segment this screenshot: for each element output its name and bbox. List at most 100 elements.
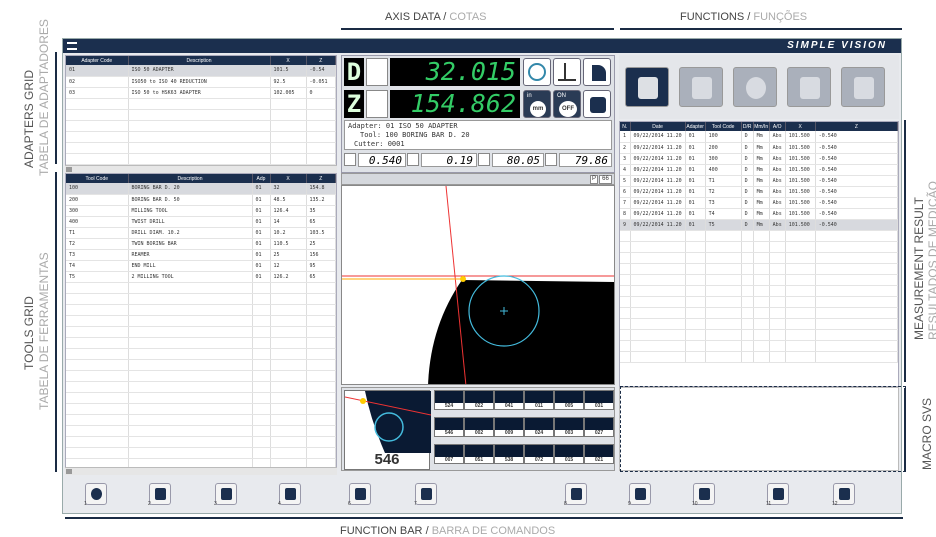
tool-row[interactable]: 200 BORING BAR D. 50 01 48.5 135.2 xyxy=(66,194,336,206)
adapters-col-z[interactable]: Z xyxy=(306,56,336,65)
macro-tile[interactable]: 005 xyxy=(554,390,584,410)
corner-button[interactable] xyxy=(583,58,611,86)
results-col-header[interactable]: Adapter xyxy=(685,122,706,131)
macro-tile[interactable]: 546 xyxy=(434,417,464,437)
corner-small-icon[interactable] xyxy=(344,153,356,166)
settings-button[interactable]: 12 xyxy=(832,483,855,507)
adapter-row[interactable]: 01 ISO 50 ADAPTER 101.5 -0.54 xyxy=(66,65,336,77)
tool-row[interactable]: T3 REAMER 01 25 156 xyxy=(66,249,336,261)
p-button[interactable]: P xyxy=(590,175,598,184)
macro-tile[interactable]: 027 xyxy=(584,417,614,437)
result-row[interactable]: 8 09/22/2014 11.20 01 T4 D Mm Abs 101.500 -0.540 xyxy=(620,208,898,220)
macro-tile[interactable]: 022 xyxy=(464,390,494,410)
result-row[interactable]: 4 09/22/2014 11.20 01 400 D Mm Abs 101.500 -0.54… xyxy=(620,164,898,176)
print-button[interactable]: 2 xyxy=(148,483,171,507)
camera-view[interactable] xyxy=(341,185,615,385)
zoom-value[interactable]: 66 xyxy=(599,175,612,184)
tool-row[interactable]: 400 TWIST DRILL 01 14 65 xyxy=(66,216,336,228)
db-settings-button[interactable]: 9 xyxy=(628,483,651,507)
measurement-result-grid[interactable]: N. Date Adapter Tool Code D/R Mm/In A/O X Z 1 09/… xyxy=(619,121,899,387)
db-save-button[interactable]: 8 xyxy=(564,483,587,507)
macro-tile[interactable]: 072 xyxy=(524,444,554,464)
macro-tile[interactable]: 021 xyxy=(584,444,614,464)
tool-row[interactable]: T4 END MILL 01 12 95 xyxy=(66,260,336,272)
on-off-toggle-button[interactable]: ON OFF xyxy=(553,90,581,118)
results-col-header[interactable]: A/O xyxy=(769,122,786,131)
adapters-col-description[interactable]: Description xyxy=(128,56,271,65)
tool-row[interactable]: 100 BORING BAR D. 20 01 32 154.8 xyxy=(66,183,336,195)
macro-tile[interactable]: 011 xyxy=(524,390,554,410)
report-button[interactable]: 10 xyxy=(692,483,715,507)
results-col-header[interactable]: X xyxy=(785,122,816,131)
machine-function-button[interactable] xyxy=(679,67,723,107)
macro-tile[interactable]: 015 xyxy=(554,444,584,464)
macro-tile[interactable]: 007 xyxy=(434,444,464,464)
caliper-function-button[interactable] xyxy=(625,67,669,107)
tools-grid[interactable]: Tool Code Description Adp X Z 100 BORING … xyxy=(65,173,337,475)
empty-cell xyxy=(630,252,686,264)
focus-button[interactable] xyxy=(583,90,611,118)
fullscreen-button[interactable]: 11 xyxy=(766,483,789,507)
result-row[interactable]: 9 09/22/2014 11.20 01 T5 D Mm Abs 101.500 -0.540 xyxy=(620,219,898,231)
tools-col-x[interactable]: X xyxy=(270,174,307,183)
result-row[interactable]: 6 09/22/2014 11.20 01 T2 D Mm Abs 101.500 -0.540 xyxy=(620,186,898,198)
corner-small-icon[interactable] xyxy=(478,153,490,166)
perpendicular-button[interactable] xyxy=(553,58,581,86)
tool-row[interactable]: T1 DRILL DIAM. 10.2 01 10.2 103.5 xyxy=(66,227,336,239)
macro-tile[interactable]: 031 xyxy=(584,390,614,410)
adapter-row[interactable]: 02 ISO50 to ISO 40 REDUCTION 92.5 -0.051 xyxy=(66,76,336,88)
scroll-left-icon[interactable] xyxy=(66,167,72,172)
tools-scrollbar[interactable] xyxy=(65,467,337,475)
corner-small-icon[interactable] xyxy=(545,153,557,166)
tools-col-description[interactable]: Description xyxy=(128,174,253,183)
tools-col-z[interactable]: Z xyxy=(306,174,336,183)
results-col-header[interactable]: Z xyxy=(815,122,898,131)
result-row[interactable]: 5 09/22/2014 11.20 01 T1 D Mm Abs 101.500 -0.540 xyxy=(620,175,898,187)
macro-tile[interactable]: 003 xyxy=(554,417,584,437)
results-col-header[interactable]: D/R xyxy=(741,122,754,131)
macro-tile[interactable]: 041 xyxy=(494,390,524,410)
circle-measure-button[interactable] xyxy=(523,58,551,86)
results-col-header[interactable]: Tool Code xyxy=(705,122,742,131)
macro-tile[interactable]: 051 xyxy=(464,444,494,464)
result-row[interactable]: 2 09/22/2014 11.20 01 200 D Mm Abs 101.500 -0.54… xyxy=(620,142,898,154)
results-col-header[interactable]: Mm/In xyxy=(753,122,770,131)
light-button[interactable]: 7 xyxy=(414,483,437,507)
result-row[interactable]: 3 09/22/2014 11.20 01 300 D Mm Abs 101.500 -0.54… xyxy=(620,153,898,165)
gauge-function-button[interactable] xyxy=(733,67,777,107)
adapters-col-code[interactable]: Adapter Code xyxy=(66,56,129,65)
clear-icon xyxy=(854,77,874,99)
result-row[interactable]: 7 09/22/2014 11.20 01 T3 D Mm Abs 101.500 -0.540 xyxy=(620,197,898,209)
result-row[interactable]: 1 09/22/2014 11.20 01 100 D Mm Abs 101.500 -0.54… xyxy=(620,131,898,143)
results-col-header[interactable]: N. xyxy=(620,122,631,131)
corner-small-icon[interactable] xyxy=(407,153,419,166)
scroll-left-icon[interactable] xyxy=(66,469,72,474)
macro-main-tile[interactable]: 546 xyxy=(344,390,432,470)
empty-row xyxy=(620,252,898,264)
macro-tile[interactable]: 002 xyxy=(464,417,494,437)
macro-tile[interactable]: 524 xyxy=(434,390,464,410)
tools-col-code[interactable]: Tool Code xyxy=(66,174,129,183)
macro-tile[interactable]: 538 xyxy=(494,444,524,464)
adapters-grid[interactable]: Adapter Code Description X Z 01 ISO 50 AD… xyxy=(65,55,337,173)
tools-col-adp[interactable]: Adp xyxy=(252,174,271,183)
help-button[interactable]: 1 xyxy=(84,483,107,507)
app-menu-icon[interactable] xyxy=(67,42,77,50)
macro-tile[interactable]: 009 xyxy=(494,417,524,437)
camera-button[interactable]: 4 xyxy=(278,483,301,507)
empty-cell xyxy=(630,307,686,319)
mm-toggle-button[interactable]: in mm xyxy=(523,90,551,118)
macro-tile-image xyxy=(495,418,523,430)
macro-tile[interactable]: 024 xyxy=(524,417,554,437)
tool-row[interactable]: T5 2 MILLING TOOL 01 126.2 65 xyxy=(66,271,336,283)
open-button[interactable]: 3 xyxy=(214,483,237,507)
adapters-col-x[interactable]: X xyxy=(270,56,307,65)
results-col-header[interactable]: Date xyxy=(630,122,686,131)
tool-row[interactable]: 300 MILLING TOOL 01 126.4 35 xyxy=(66,205,336,217)
eraser-button[interactable]: 6 xyxy=(348,483,371,507)
adapter-row[interactable]: 03 ISO 50 to HSK63 ADAPTER 102.005 0 xyxy=(66,87,336,99)
adapters-scrollbar[interactable] xyxy=(65,165,337,173)
tool-holder-function-button[interactable] xyxy=(787,67,831,107)
tool-row[interactable]: T2 TWIN BORING BAR 01 110.5 25 xyxy=(66,238,336,250)
clear-function-button[interactable] xyxy=(841,67,885,107)
